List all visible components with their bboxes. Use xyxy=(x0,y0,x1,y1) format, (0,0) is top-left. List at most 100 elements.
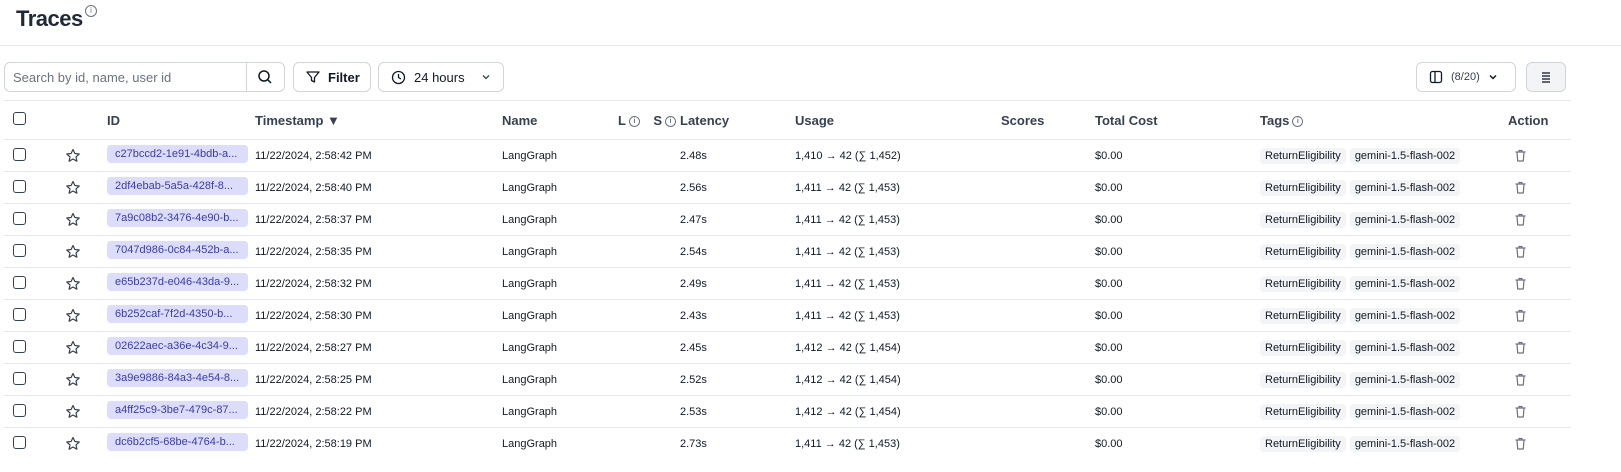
column-header-action: Action xyxy=(1508,100,1570,140)
row-checkbox[interactable] xyxy=(13,147,26,161)
columns-button[interactable]: (8/20) xyxy=(1416,62,1516,92)
id-cell: 3a9e9886-84a3-4e54-8... xyxy=(107,363,255,396)
star-icon[interactable] xyxy=(65,404,81,420)
row-checkbox[interactable] xyxy=(13,371,26,385)
star-icon[interactable] xyxy=(65,212,81,228)
total-cost-cell: $0.00 xyxy=(1095,331,1260,364)
table-row[interactable]: e65b237d-e046-43da-9... 11/22/2024, 2:58:… xyxy=(4,267,1570,300)
row-select-cell xyxy=(4,427,50,459)
row-checkbox[interactable] xyxy=(13,435,26,449)
tag-badge: ReturnEligibility xyxy=(1260,179,1346,196)
s-cell xyxy=(644,139,680,172)
trace-id-link[interactable]: 3a9e9886-84a3-4e54-8... xyxy=(107,369,248,387)
trace-id-link[interactable]: a4ff25c9-3be7-479c-87... xyxy=(107,401,248,419)
table-row[interactable]: 2df4ebab-5a5a-428f-8... 11/22/2024, 2:58:… xyxy=(4,171,1570,204)
usage-cell: 1,411 → 42 (∑ 1,453) xyxy=(795,427,1001,459)
trash-icon[interactable] xyxy=(1513,340,1528,355)
usage-cell: 1,412 → 42 (∑ 1,454) xyxy=(795,331,1001,364)
time-range-select[interactable]: 24 hours xyxy=(378,62,504,92)
table-row[interactable]: 7047d986-0c84-452b-a... 11/22/2024, 2:58:… xyxy=(4,235,1570,268)
star-icon[interactable] xyxy=(65,244,81,260)
latency-cell: 2.47s xyxy=(680,203,795,236)
row-select-cell xyxy=(4,395,50,428)
info-icon[interactable]: i xyxy=(629,115,640,127)
trace-id-link[interactable]: 7a9c08b2-3476-4e90-b... xyxy=(107,209,248,227)
trace-id-link[interactable]: dc6b2cf5-68be-4764-b... xyxy=(107,433,248,451)
trash-icon[interactable] xyxy=(1513,308,1528,323)
row-checkbox[interactable] xyxy=(13,275,26,289)
info-icon[interactable]: i xyxy=(665,115,676,127)
row-checkbox[interactable] xyxy=(13,179,26,193)
column-header-l[interactable]: Li xyxy=(612,100,644,140)
star-icon[interactable] xyxy=(65,372,81,388)
trace-id-link[interactable]: e65b237d-e046-43da-9... xyxy=(107,273,248,291)
row-checkbox[interactable] xyxy=(13,211,26,225)
trash-icon[interactable] xyxy=(1513,436,1528,451)
search-button[interactable] xyxy=(245,63,284,91)
trash-icon[interactable] xyxy=(1513,276,1528,291)
star-icon[interactable] xyxy=(65,276,81,292)
star-icon[interactable] xyxy=(65,436,81,452)
scores-cell xyxy=(1001,363,1095,396)
trash-icon[interactable] xyxy=(1513,404,1528,419)
scores-cell xyxy=(1001,267,1095,300)
search-input[interactable] xyxy=(5,63,246,91)
row-select-cell xyxy=(4,171,50,204)
row-checkbox[interactable] xyxy=(13,307,26,321)
trace-id-link[interactable]: 02622aec-a36e-4c34-9... xyxy=(107,337,248,355)
id-cell: a4ff25c9-3be7-479c-87... xyxy=(107,395,255,428)
row-checkbox[interactable] xyxy=(13,339,26,353)
column-header-scores[interactable]: Scores xyxy=(1001,100,1095,140)
table-row[interactable]: dc6b2cf5-68be-4764-b... 11/22/2024, 2:58:… xyxy=(4,427,1570,459)
row-checkbox[interactable] xyxy=(13,243,26,257)
usage-cell: 1,411 → 42 (∑ 1,453) xyxy=(795,171,1001,204)
table-row[interactable]: 7a9c08b2-3476-4e90-b... 11/22/2024, 2:58:… xyxy=(4,203,1570,236)
tag-badge: ReturnEligibility xyxy=(1260,275,1346,292)
column-header-tags[interactable]: Tags i xyxy=(1260,100,1508,140)
row-checkbox[interactable] xyxy=(13,403,26,417)
table-row[interactable]: 3a9e9886-84a3-4e54-8... 11/22/2024, 2:58:… xyxy=(4,363,1570,396)
trace-id-link[interactable]: 7047d986-0c84-452b-a... xyxy=(107,241,248,259)
trash-icon[interactable] xyxy=(1513,212,1528,227)
table-row[interactable]: a4ff25c9-3be7-479c-87... 11/22/2024, 2:58… xyxy=(4,395,1570,428)
trace-id-link[interactable]: 6b252caf-7f2d-4350-b... xyxy=(107,305,248,323)
info-icon[interactable]: i xyxy=(85,5,97,17)
table-row[interactable]: 6b252caf-7f2d-4350-b... 11/22/2024, 2:58:… xyxy=(4,299,1570,332)
column-header-usage[interactable]: Usage xyxy=(795,100,1001,140)
info-icon[interactable]: i xyxy=(1292,115,1304,127)
chevron-down-icon xyxy=(482,75,490,80)
table-row[interactable]: c27bccd2-1e91-4bdb-a... 11/22/2024, 2:58:… xyxy=(4,139,1570,172)
tag-badge: ReturnEligibility xyxy=(1260,339,1346,356)
row-density-button[interactable] xyxy=(1526,62,1566,92)
column-header-s-label: S xyxy=(653,112,662,128)
tag-badge: gemini-1.5-flash-002 xyxy=(1349,307,1461,324)
table-row[interactable]: 02622aec-a36e-4c34-9... 11/22/2024, 2:58:… xyxy=(4,331,1570,364)
trash-icon[interactable] xyxy=(1513,180,1528,195)
column-header-id[interactable]: ID xyxy=(107,100,255,140)
trash-icon[interactable] xyxy=(1513,244,1528,259)
star-icon[interactable] xyxy=(65,148,81,164)
column-header-s[interactable]: Si xyxy=(644,100,680,140)
toolbar: Filter 24 hours (8/20) xyxy=(0,46,1621,102)
tag-badge: ReturnEligibility xyxy=(1260,147,1346,164)
scores-cell xyxy=(1001,203,1095,236)
scores-cell xyxy=(1001,331,1095,364)
column-header-latency[interactable]: Latency xyxy=(680,100,795,140)
star-icon[interactable] xyxy=(65,180,81,196)
select-all-checkbox[interactable] xyxy=(13,112,26,125)
filter-button[interactable]: Filter xyxy=(293,62,371,92)
trash-icon[interactable] xyxy=(1513,148,1528,163)
column-header-timestamp[interactable]: Timestamp ▼ xyxy=(255,100,502,140)
l-cell xyxy=(612,299,644,332)
total-cost-cell: $0.00 xyxy=(1095,139,1260,172)
column-header-name[interactable]: Name xyxy=(502,100,612,140)
column-header-total-cost[interactable]: Total Cost xyxy=(1095,100,1260,140)
row-select-cell xyxy=(4,331,50,364)
timestamp-cell: 11/22/2024, 2:58:25 PM xyxy=(255,363,502,396)
trash-icon[interactable] xyxy=(1513,372,1528,387)
timestamp-cell: 11/22/2024, 2:58:37 PM xyxy=(255,203,502,236)
star-icon[interactable] xyxy=(65,340,81,356)
trace-id-link[interactable]: 2df4ebab-5a5a-428f-8... xyxy=(107,177,248,195)
trace-id-link[interactable]: c27bccd2-1e91-4bdb-a... xyxy=(107,145,248,163)
star-icon[interactable] xyxy=(65,308,81,324)
